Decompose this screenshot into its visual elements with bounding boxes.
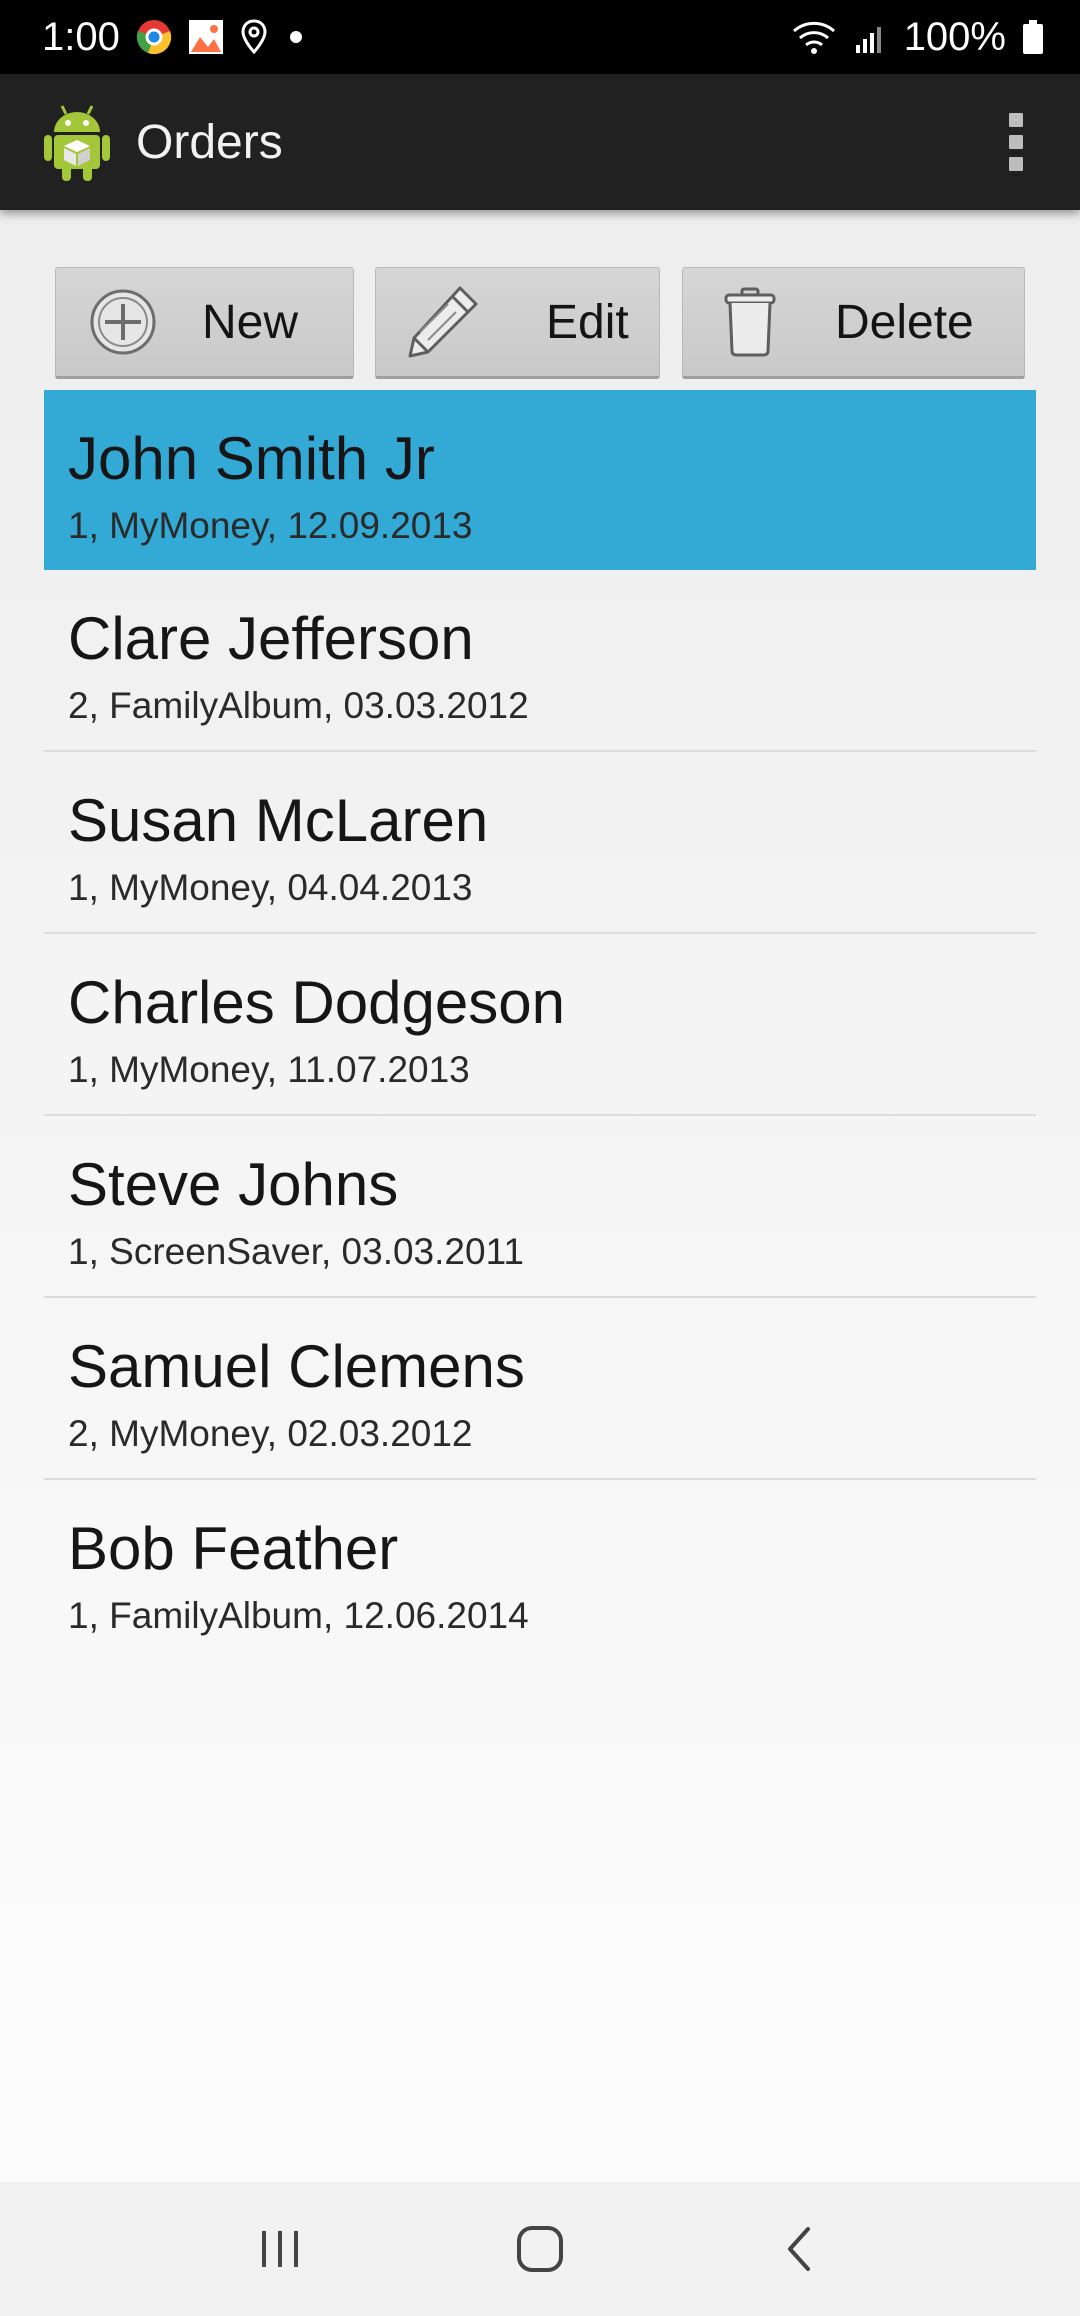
order-detail: 2, FamilyAlbum, 03.03.2012 — [68, 685, 529, 726]
edit-button[interactable]: Edit — [375, 267, 660, 379]
orders-list: John Smith Jr 1, MyMoney, 12.09.2013 Cla… — [44, 390, 1036, 1662]
edit-button-label: Edit — [546, 295, 629, 349]
trash-icon — [723, 287, 777, 357]
order-detail: 2, MyMoney, 02.03.2012 — [68, 1413, 473, 1454]
battery-percent: 100% — [903, 14, 1006, 59]
home-icon[interactable] — [500, 2209, 580, 2289]
list-item[interactable]: Charles Dodgeson 1, MyMoney, 11.07.2013 — [44, 934, 1036, 1116]
status-bar: 1:00 100% — [0, 0, 1080, 74]
order-name: Bob Feather — [68, 1515, 399, 1582]
order-name: John Smith Jr — [68, 425, 435, 492]
image-notification-icon — [188, 19, 224, 55]
status-left: 1:00 — [42, 15, 308, 60]
plus-circle-icon — [88, 287, 158, 357]
recent-apps-icon[interactable] — [240, 2209, 320, 2289]
android-icon — [44, 102, 110, 182]
list-item[interactable]: Clare Jefferson 2, FamilyAlbum, 03.03.20… — [44, 570, 1036, 752]
wifi-icon — [792, 19, 836, 55]
pencil-icon — [404, 284, 480, 360]
list-item[interactable]: Steve Johns 1, ScreenSaver, 03.03.2011 — [44, 1116, 1036, 1298]
dot-icon — [284, 25, 308, 49]
delete-button-label: Delete — [835, 295, 974, 349]
list-item[interactable]: John Smith Jr 1, MyMoney, 12.09.2013 — [44, 390, 1036, 570]
status-right: 100% — [792, 15, 1044, 60]
order-name: Steve Johns — [68, 1151, 399, 1218]
order-detail: 1, MyMoney, 11.07.2013 — [68, 1049, 470, 1090]
order-name: Susan McLaren — [68, 787, 489, 854]
action-bar: Orders — [0, 74, 1080, 210]
navigation-bar — [0, 2182, 1080, 2316]
order-detail: 1, ScreenSaver, 03.03.2011 — [68, 1231, 524, 1272]
signal-icon — [852, 19, 888, 55]
list-item[interactable]: Bob Feather 1, FamilyAlbum, 12.06.2014 — [44, 1480, 1036, 1662]
list-item[interactable]: Susan McLaren 1, MyMoney, 04.04.2013 — [44, 752, 1036, 934]
battery-icon — [1022, 19, 1044, 55]
order-detail: 1, MyMoney, 04.04.2013 — [68, 867, 473, 908]
list-item[interactable]: Samuel Clemens 2, MyMoney, 02.03.2012 — [44, 1298, 1036, 1480]
order-detail: 1, MyMoney, 12.09.2013 — [68, 505, 473, 546]
chrome-icon — [136, 19, 172, 55]
overflow-menu-icon[interactable] — [996, 102, 1036, 182]
status-time: 1:00 — [42, 14, 120, 59]
toolbar: New Edit Delete — [55, 267, 1025, 379]
new-button-label: New — [202, 295, 299, 349]
page-title: Orders — [136, 115, 283, 169]
order-name: Samuel Clemens — [68, 1333, 525, 1400]
order-detail: 1, FamilyAlbum, 12.06.2014 — [68, 1595, 529, 1636]
order-name: Charles Dodgeson — [68, 969, 565, 1036]
order-name: Clare Jefferson — [68, 605, 474, 672]
new-button[interactable]: New — [55, 267, 354, 379]
delete-button[interactable]: Delete — [682, 267, 1025, 379]
back-icon[interactable] — [760, 2209, 840, 2289]
location-icon — [240, 19, 268, 55]
